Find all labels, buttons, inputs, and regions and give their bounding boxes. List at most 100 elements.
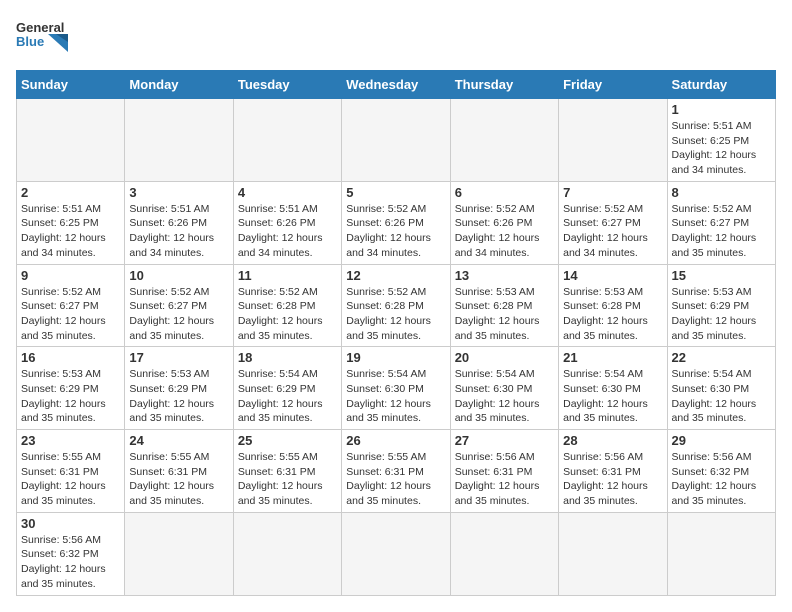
calendar-cell: 26 Sunrise: 5:55 AMSunset: 6:31 PMDayligh… [342,430,450,513]
calendar-cell: 2 Sunrise: 5:51 AMSunset: 6:25 PMDaylight… [17,181,125,264]
day-number: 10 [129,268,228,283]
calendar-cell: 5Sunrise: 5:52 AMSunset: 6:26 PMDaylight… [342,181,450,264]
day-info: Sunrise: 5:56 AMSunset: 6:31 PMDaylight:… [455,450,554,509]
day-info: Sunrise: 5:52 AMSunset: 6:27 PMDaylight:… [21,285,120,344]
calendar-cell: 4Sunrise: 5:51 AMSunset: 6:26 PMDaylight… [233,181,341,264]
header-sunday: Sunday [17,71,125,99]
day-info: Sunrise: 5:53 AMSunset: 6:29 PMDaylight:… [129,367,228,426]
calendar-cell: 15 Sunrise: 5:53 AMSunset: 6:29 PMDayligh… [667,264,775,347]
day-number: 27 [455,433,554,448]
header-tuesday: Tuesday [233,71,341,99]
day-number: 20 [455,350,554,365]
day-number: 2 [21,185,120,200]
calendar-cell: 13Sunrise: 5:53 AMSunset: 6:28 PMDayligh… [450,264,558,347]
day-number: 25 [238,433,337,448]
day-info: Sunrise: 5:54 AMSunset: 6:30 PMDaylight:… [455,367,554,426]
calendar-cell: 28Sunrise: 5:56 AMSunset: 6:31 PMDayligh… [559,430,667,513]
calendar-cell [450,99,558,182]
day-info: Sunrise: 5:54 AMSunset: 6:29 PMDaylight:… [238,367,337,426]
day-info: Sunrise: 5:53 AMSunset: 6:29 PMDaylight:… [21,367,120,426]
day-number: 30 [21,516,120,531]
day-info: Sunrise: 5:52 AMSunset: 6:27 PMDaylight:… [672,202,771,261]
calendar-week-row: 9 Sunrise: 5:52 AMSunset: 6:27 PMDaylight… [17,264,776,347]
calendar-week-row: 2 Sunrise: 5:51 AMSunset: 6:25 PMDaylight… [17,181,776,264]
day-number: 26 [346,433,445,448]
day-number: 22 [672,350,771,365]
day-info: Sunrise: 5:51 AMSunset: 6:26 PMDaylight:… [129,202,228,261]
day-info: Sunrise: 5:52 AMSunset: 6:28 PMDaylight:… [238,285,337,344]
calendar-week-row: 23 Sunrise: 5:55 AMSunset: 6:31 PMDayligh… [17,430,776,513]
calendar-cell: 6Sunrise: 5:52 AMSunset: 6:26 PMDaylight… [450,181,558,264]
calendar-cell: 20 Sunrise: 5:54 AMSunset: 6:30 PMDayligh… [450,347,558,430]
weekday-header-row: Sunday Monday Tuesday Wednesday Thursday… [17,71,776,99]
day-number: 29 [672,433,771,448]
calendar-cell: 3Sunrise: 5:51 AMSunset: 6:26 PMDaylight… [125,181,233,264]
calendar-cell [342,512,450,595]
day-number: 11 [238,268,337,283]
calendar-cell [559,99,667,182]
calendar-cell: 18Sunrise: 5:54 AMSunset: 6:29 PMDayligh… [233,347,341,430]
header-thursday: Thursday [450,71,558,99]
day-number: 23 [21,433,120,448]
calendar-cell: 27 Sunrise: 5:56 AMSunset: 6:31 PMDayligh… [450,430,558,513]
day-info: Sunrise: 5:56 AMSunset: 6:32 PMDaylight:… [672,450,771,509]
calendar-cell [125,512,233,595]
calendar-cell: 16Sunrise: 5:53 AMSunset: 6:29 PMDayligh… [17,347,125,430]
calendar-week-row: 1 Sunrise: 5:51 AMSunset: 6:25 PMDaylight… [17,99,776,182]
calendar-table: Sunday Monday Tuesday Wednesday Thursday… [16,70,776,596]
day-number: 6 [455,185,554,200]
calendar-week-row: 30 Sunrise: 5:56 AMSunset: 6:32 PMDayligh… [17,512,776,595]
day-info: Sunrise: 5:53 AMSunset: 6:29 PMDaylight:… [672,285,771,344]
day-info: Sunrise: 5:55 AMSunset: 6:31 PMDaylight:… [129,450,228,509]
day-number: 8 [672,185,771,200]
day-info: Sunrise: 5:53 AMSunset: 6:28 PMDaylight:… [455,285,554,344]
day-number: 14 [563,268,662,283]
calendar-cell: 22 Sunrise: 5:54 AMSunset: 6:30 PMDayligh… [667,347,775,430]
calendar-cell: 23 Sunrise: 5:55 AMSunset: 6:31 PMDayligh… [17,430,125,513]
calendar-cell: 9 Sunrise: 5:52 AMSunset: 6:27 PMDaylight… [17,264,125,347]
day-number: 15 [672,268,771,283]
calendar-cell [667,512,775,595]
svg-text:General: General [16,20,64,35]
day-info: Sunrise: 5:56 AMSunset: 6:31 PMDaylight:… [563,450,662,509]
day-number: 7 [563,185,662,200]
header-friday: Friday [559,71,667,99]
page-header: GeneralBlue [16,16,776,60]
day-number: 19 [346,350,445,365]
day-info: Sunrise: 5:55 AMSunset: 6:31 PMDaylight:… [21,450,120,509]
day-info: Sunrise: 5:51 AMSunset: 6:26 PMDaylight:… [238,202,337,261]
calendar-cell [342,99,450,182]
calendar-cell: 7 Sunrise: 5:52 AMSunset: 6:27 PMDaylight… [559,181,667,264]
header-saturday: Saturday [667,71,775,99]
calendar-cell [233,99,341,182]
calendar-cell [559,512,667,595]
day-number: 17 [129,350,228,365]
calendar-cell: 14 Sunrise: 5:53 AMSunset: 6:28 PMDayligh… [559,264,667,347]
calendar-cell [450,512,558,595]
day-info: Sunrise: 5:55 AMSunset: 6:31 PMDaylight:… [238,450,337,509]
header-wednesday: Wednesday [342,71,450,99]
day-info: Sunrise: 5:52 AMSunset: 6:27 PMDaylight:… [563,202,662,261]
day-info: Sunrise: 5:54 AMSunset: 6:30 PMDaylight:… [672,367,771,426]
calendar-cell [125,99,233,182]
calendar-cell: 21 Sunrise: 5:54 AMSunset: 6:30 PMDayligh… [559,347,667,430]
day-number: 9 [21,268,120,283]
day-info: Sunrise: 5:54 AMSunset: 6:30 PMDaylight:… [346,367,445,426]
day-info: Sunrise: 5:51 AMSunset: 6:25 PMDaylight:… [21,202,120,261]
calendar-cell: 19 Sunrise: 5:54 AMSunset: 6:30 PMDayligh… [342,347,450,430]
day-info: Sunrise: 5:54 AMSunset: 6:30 PMDaylight:… [563,367,662,426]
calendar-cell: 10Sunrise: 5:52 AMSunset: 6:27 PMDayligh… [125,264,233,347]
day-number: 21 [563,350,662,365]
day-number: 12 [346,268,445,283]
calendar-cell: 12 Sunrise: 5:52 AMSunset: 6:28 PMDayligh… [342,264,450,347]
calendar-cell: 17 Sunrise: 5:53 AMSunset: 6:29 PMDayligh… [125,347,233,430]
day-number: 24 [129,433,228,448]
day-info: Sunrise: 5:56 AMSunset: 6:32 PMDaylight:… [21,533,120,592]
calendar-cell: 11 Sunrise: 5:52 AMSunset: 6:28 PMDayligh… [233,264,341,347]
day-info: Sunrise: 5:52 AMSunset: 6:28 PMDaylight:… [346,285,445,344]
day-number: 1 [672,102,771,117]
day-info: Sunrise: 5:51 AMSunset: 6:25 PMDaylight:… [672,119,771,178]
day-info: Sunrise: 5:55 AMSunset: 6:31 PMDaylight:… [346,450,445,509]
day-info: Sunrise: 5:53 AMSunset: 6:28 PMDaylight:… [563,285,662,344]
calendar-cell [233,512,341,595]
